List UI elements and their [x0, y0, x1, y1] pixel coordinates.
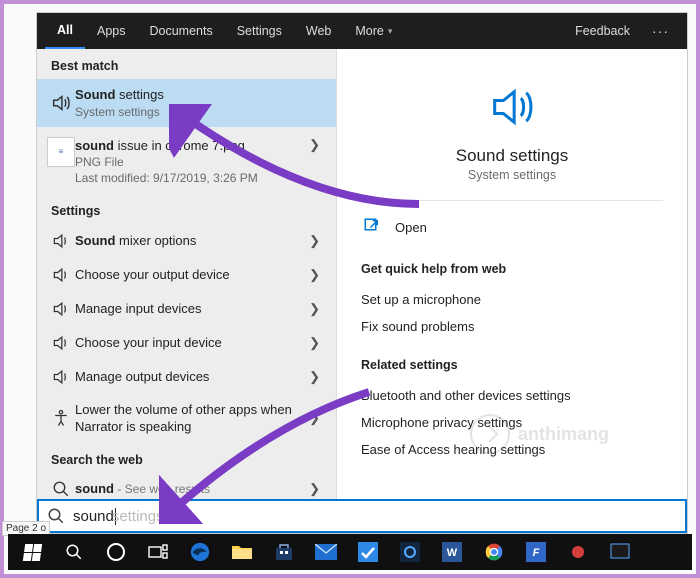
quickhelp-mic[interactable]: Set up a microphone — [361, 286, 663, 313]
results-list: Best match Sound settings System setting… — [37, 49, 337, 499]
svg-text:W: W — [447, 547, 458, 559]
filter-tabs: All Apps Documents Settings Web More▾ Fe… — [37, 13, 687, 49]
related-mic-privacy[interactable]: Microphone privacy settings — [361, 409, 663, 436]
chrome-icon[interactable] — [474, 536, 514, 568]
result-manage-input[interactable]: Manage input devices ❯ — [37, 292, 336, 326]
result-manage-output[interactable]: Manage output devices ❯ — [37, 360, 336, 394]
preview-subtitle: System settings — [361, 168, 663, 182]
preview-speaker-icon — [361, 81, 663, 136]
app-icon[interactable] — [600, 536, 640, 568]
section-settings: Settings — [37, 194, 336, 224]
tab-documents[interactable]: Documents — [137, 13, 224, 49]
open-icon — [363, 217, 381, 238]
speaker-icon — [47, 367, 75, 387]
app-icon[interactable] — [348, 536, 388, 568]
tab-all[interactable]: All — [45, 13, 85, 49]
related-bluetooth[interactable]: Bluetooth and other devices settings — [361, 382, 663, 409]
result-choose-input[interactable]: Choose your input device ❯ — [37, 326, 336, 360]
chevron-right-icon[interactable]: ❯ — [305, 301, 324, 317]
svg-text:F: F — [533, 547, 540, 559]
feedback-link[interactable]: Feedback — [563, 24, 642, 38]
tab-apps[interactable]: Apps — [85, 13, 138, 49]
chevron-right-icon[interactable]: ❯ — [305, 369, 324, 385]
speaker-icon — [47, 299, 75, 319]
quickhelp-label: Get quick help from web — [361, 262, 663, 276]
tab-web[interactable]: Web — [294, 13, 343, 49]
chevron-right-icon[interactable]: ❯ — [305, 233, 324, 249]
search-button[interactable] — [54, 536, 94, 568]
result-file-png[interactable]: ≡ sound issue in chrome 7.png PNG File L… — [37, 127, 336, 194]
preview-pane: Sound settings System settings Open Get … — [337, 49, 687, 499]
section-search-web: Search the web — [37, 443, 336, 473]
cortana-button[interactable] — [96, 536, 136, 568]
preview-title: Sound settings — [361, 146, 663, 166]
open-action[interactable]: Open — [361, 211, 663, 244]
related-label: Related settings — [361, 358, 663, 372]
file-explorer-icon[interactable] — [222, 536, 262, 568]
speaker-icon — [47, 265, 75, 285]
word-icon[interactable]: W — [432, 536, 472, 568]
result-choose-output[interactable]: Choose your output device ❯ — [37, 258, 336, 292]
taskbar: W F — [8, 534, 692, 570]
result-web-sound[interactable]: sound - See web results ❯ — [37, 473, 336, 499]
section-best-match: Best match — [37, 49, 336, 79]
chevron-right-icon[interactable]: ❯ — [305, 335, 324, 351]
file-thumbnail-icon: ≡ — [47, 137, 75, 167]
tab-settings[interactable]: Settings — [225, 13, 294, 49]
chevron-right-icon[interactable]: ❯ — [305, 481, 324, 497]
task-view-button[interactable] — [138, 536, 178, 568]
quickhelp-fix-sound[interactable]: Fix sound problems — [361, 313, 663, 340]
result-narrator-volume[interactable]: Lower the volume of other apps when Narr… — [37, 394, 336, 443]
search-icon — [47, 480, 75, 498]
search-results-panel: All Apps Documents Settings Web More▾ Fe… — [36, 12, 688, 534]
store-icon[interactable] — [264, 536, 304, 568]
result-sound-mixer[interactable]: Sound mixer options ❯ — [37, 224, 336, 258]
result-sound-settings[interactable]: Sound settings System settings — [37, 79, 336, 127]
app-icon[interactable] — [558, 536, 598, 568]
speaker-icon — [47, 231, 75, 251]
speaker-icon — [47, 333, 75, 353]
tab-more[interactable]: More▾ — [343, 13, 404, 49]
related-ease-hearing[interactable]: Ease of Access hearing settings — [361, 436, 663, 463]
chevron-right-icon[interactable]: ❯ — [305, 267, 324, 283]
chevron-right-icon[interactable]: ❯ — [305, 137, 324, 153]
search-suggestion-ghost: settings — [112, 508, 164, 525]
mail-icon[interactable] — [306, 536, 346, 568]
chevron-right-icon[interactable]: ❯ — [305, 410, 324, 426]
search-typed-text: sound — [73, 508, 114, 525]
edge-icon[interactable] — [180, 536, 220, 568]
search-bar[interactable]: soundsettings — [37, 499, 687, 533]
start-button[interactable] — [12, 536, 52, 568]
app-icon[interactable] — [390, 536, 430, 568]
accessibility-icon — [47, 408, 75, 428]
app-icon[interactable]: F — [516, 536, 556, 568]
speaker-icon — [47, 92, 75, 114]
more-menu[interactable]: ··· — [642, 23, 679, 39]
